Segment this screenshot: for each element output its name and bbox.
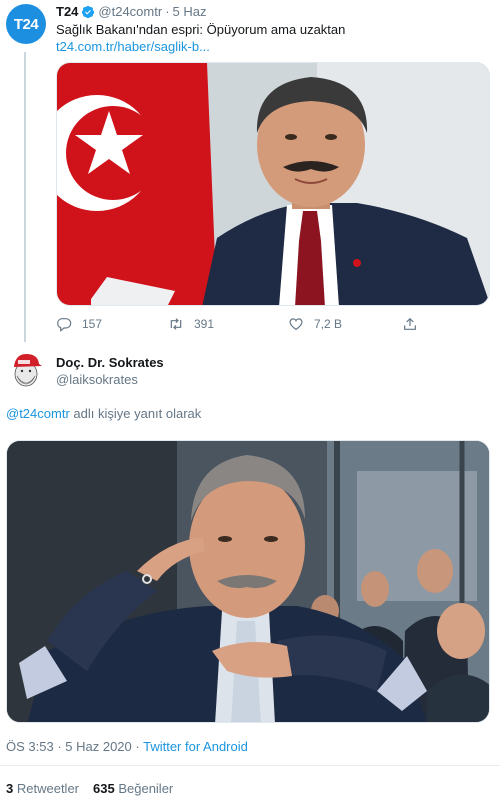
likes-stat[interactable]: 635 Beğeniler bbox=[93, 781, 173, 796]
author-name[interactable]: Doç. Dr. Sokrates bbox=[56, 355, 164, 370]
tweet-link[interactable]: t24.com.tr/haber/saglik-b... bbox=[56, 39, 210, 54]
like-button[interactable]: 7,2 B bbox=[288, 316, 342, 332]
reply-icon bbox=[57, 318, 72, 332]
tweet-source-link[interactable]: Twitter for Android bbox=[143, 739, 248, 754]
tweet-stats: 3 Retweetler 635 Beğeniler bbox=[6, 781, 173, 796]
parent-tweet[interactable]: T24 T24 @t24comtr · 5 Haz Sağlık Bakanı'… bbox=[0, 0, 500, 345]
share-icon bbox=[404, 317, 416, 330]
tweet-actions: 157 391 7,2 B bbox=[56, 314, 456, 334]
tweet-date[interactable]: 5 Haz bbox=[173, 4, 207, 19]
reply-mention-link[interactable]: @t24comtr bbox=[6, 406, 70, 421]
separator-dot: · bbox=[165, 4, 170, 19]
tweet-text: Sağlık Bakanı'ndan espri: Öpüyorum ama u… bbox=[56, 22, 346, 37]
minister-photo-illustration bbox=[57, 63, 489, 305]
tweet-date[interactable]: 5 Haz 2020 bbox=[65, 739, 132, 754]
president-photo-illustration bbox=[7, 441, 489, 722]
separator-dot: · bbox=[53, 739, 66, 754]
tweet-meta: ÖS 3:53 · 5 Haz 2020 · Twitter for Andro… bbox=[6, 739, 248, 754]
reply-context: @t24comtr adlı kişiye yanıt olarak bbox=[6, 406, 201, 421]
t24-avatar[interactable]: T24 bbox=[6, 4, 46, 44]
tweet-photo[interactable] bbox=[56, 62, 490, 306]
retweet-icon bbox=[170, 318, 182, 330]
author-handle[interactable]: @t24comtr bbox=[98, 4, 162, 19]
share-button[interactable] bbox=[402, 316, 418, 332]
tweet-photo[interactable] bbox=[6, 440, 490, 723]
avatar-logo-text: T24 bbox=[13, 15, 39, 33]
divider bbox=[0, 765, 500, 766]
tweet-time[interactable]: ÖS 3:53 bbox=[6, 739, 54, 754]
avatar-illustration bbox=[6, 350, 46, 390]
retweet-button[interactable]: 391 bbox=[168, 316, 214, 332]
reply-count: 157 bbox=[82, 317, 103, 331]
parent-tweet-header: T24 @t24comtr · 5 Haz bbox=[56, 4, 207, 19]
heart-icon bbox=[289, 318, 303, 331]
likes-label: Beğeniler bbox=[118, 781, 174, 796]
retweets-stat[interactable]: 3 Retweetler bbox=[6, 781, 79, 796]
reply-button[interactable]: 157 bbox=[56, 316, 102, 332]
author-handle[interactable]: @laiksokrates bbox=[56, 372, 138, 387]
retweets-count: 3 bbox=[6, 781, 14, 796]
retweet-count: 391 bbox=[194, 317, 215, 331]
verified-badge-icon bbox=[82, 5, 95, 18]
sokrates-avatar[interactable] bbox=[6, 350, 46, 390]
likes-count: 635 bbox=[93, 781, 115, 796]
thread-line bbox=[24, 52, 26, 342]
retweets-label: Retweetler bbox=[16, 781, 79, 796]
like-count: 7,2 B bbox=[314, 317, 343, 331]
separator-dot: · bbox=[131, 739, 144, 754]
author-name[interactable]: T24 bbox=[56, 4, 78, 19]
reply-context-label: adlı kişiye yanıt olarak bbox=[69, 406, 202, 421]
